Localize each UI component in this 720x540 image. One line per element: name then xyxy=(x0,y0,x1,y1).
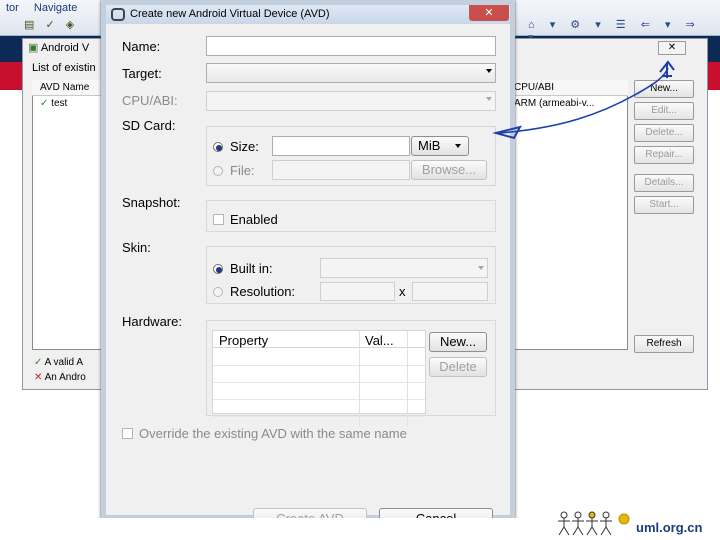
sd-file-label: File: xyxy=(230,163,255,178)
sd-size-input[interactable] xyxy=(272,136,410,156)
sd-size-radio[interactable] xyxy=(213,142,223,152)
hardware-table: Property Val... xyxy=(212,330,426,426)
menu-item-editor[interactable]: tor xyxy=(6,2,19,14)
skin-builtin-select[interactable] xyxy=(320,258,488,278)
browse-button[interactable]: Browse... xyxy=(411,160,487,180)
valid-check-icon: ✓ xyxy=(40,98,49,109)
hardware-delete-button[interactable]: Delete xyxy=(429,357,487,377)
override-checkbox[interactable] xyxy=(122,428,133,439)
column-property[interactable]: Property xyxy=(219,333,268,348)
target-label: Target: xyxy=(122,66,162,81)
hardware-label: Hardware: xyxy=(122,314,182,329)
column-divider xyxy=(407,331,408,426)
tab-title: Android V xyxy=(40,42,90,54)
avd-refresh-button[interactable]: Refresh xyxy=(634,335,694,353)
avd-edit-button[interactable]: Edit... xyxy=(634,102,694,120)
legend-invalid: ✕ An Andro xyxy=(34,372,86,383)
cpu-abi-select[interactable] xyxy=(206,91,496,111)
avd-list-label: List of existin xyxy=(32,62,96,74)
avd-row-name: test xyxy=(51,98,68,109)
chevron-down-icon xyxy=(455,144,461,148)
avd-new-button[interactable]: New... xyxy=(634,80,694,98)
avd-manager-tab[interactable]: ▣ Android V xyxy=(28,41,108,57)
column-value[interactable]: Val... xyxy=(365,333,394,348)
sd-file-radio[interactable] xyxy=(213,166,223,176)
legend-valid-text: A valid A xyxy=(44,357,83,368)
snapshot-enabled-label: Enabled xyxy=(230,212,278,227)
table-row[interactable] xyxy=(213,349,425,366)
eclipse-menu: tor Navigate xyxy=(6,2,89,14)
eclipse-toolbar-icons: ▤ ✓ ◈ xyxy=(24,19,79,31)
sd-size-label: Size: xyxy=(230,139,259,154)
skin-label: Skin: xyxy=(122,240,151,255)
android-icon: ▣ xyxy=(28,42,41,54)
chevron-down-icon xyxy=(478,266,484,270)
table-row[interactable] xyxy=(213,383,425,400)
override-label: Override the existing AVD with the same … xyxy=(139,426,407,441)
snapshot-label: Snapshot: xyxy=(122,195,181,210)
valid-check-icon: ✓ xyxy=(34,357,43,368)
column-avd-name[interactable]: AVD Name xyxy=(40,82,89,93)
column-cpu-abi[interactable]: CPU/ABI xyxy=(514,82,554,93)
invalid-x-icon: ✕ xyxy=(34,372,43,383)
resolution-separator: x xyxy=(399,284,406,299)
avd-row-abi: ARM (armeabi-v... xyxy=(514,98,595,109)
name-label: Name: xyxy=(122,39,161,54)
sd-size-unit-select[interactable]: MiB xyxy=(411,136,469,156)
avd-start-button[interactable]: Start... xyxy=(634,196,694,214)
create-avd-dialog: Create new Android Virtual Device (AVD) … xyxy=(101,0,515,530)
legend-valid: ✓ A valid A xyxy=(34,357,83,368)
target-select[interactable] xyxy=(206,63,496,83)
skin-resolution-label: Resolution: xyxy=(230,284,296,299)
cpu-abi-label: CPU/ABI: xyxy=(122,93,178,108)
resolution-width-input[interactable] xyxy=(320,282,395,301)
avd-repair-button[interactable]: Repair... xyxy=(634,146,694,164)
view-close-icon[interactable]: ✕ xyxy=(658,41,686,55)
avd-delete-button[interactable]: Delete... xyxy=(634,124,694,142)
chevron-down-icon xyxy=(486,69,492,73)
snapshot-enabled-checkbox[interactable] xyxy=(213,214,224,225)
menu-item-navigate[interactable]: Navigate xyxy=(34,2,77,14)
dialog-titlebar[interactable]: Create new Android Virtual Device (AVD) xyxy=(106,5,510,24)
skin-builtin-radio[interactable] xyxy=(213,264,223,274)
dialog-title: Create new Android Virtual Device (AVD) xyxy=(130,8,330,20)
sd-size-unit-value: MiB xyxy=(418,138,441,153)
resolution-height-input[interactable] xyxy=(412,282,488,301)
name-field[interactable] xyxy=(206,36,496,56)
skin-builtin-label: Built in: xyxy=(230,261,273,276)
logo-text: uml.org.cn xyxy=(636,520,703,535)
table-row[interactable] xyxy=(213,400,425,417)
chevron-down-icon xyxy=(486,97,492,101)
skin-resolution-radio[interactable] xyxy=(213,287,223,297)
dialog-close-icon[interactable]: ✕ xyxy=(469,5,509,21)
sd-card-label: SD Card: xyxy=(122,118,176,133)
column-divider xyxy=(359,331,360,426)
android-dialog-icon xyxy=(111,8,125,21)
table-row[interactable] xyxy=(213,366,425,383)
hardware-new-button[interactable]: New... xyxy=(429,332,487,352)
sd-file-input[interactable] xyxy=(272,160,410,180)
avd-details-button[interactable]: Details... xyxy=(634,174,694,192)
legend-invalid-text: An Andro xyxy=(44,372,86,383)
avd-row-test[interactable]: ✓ test xyxy=(40,98,67,109)
